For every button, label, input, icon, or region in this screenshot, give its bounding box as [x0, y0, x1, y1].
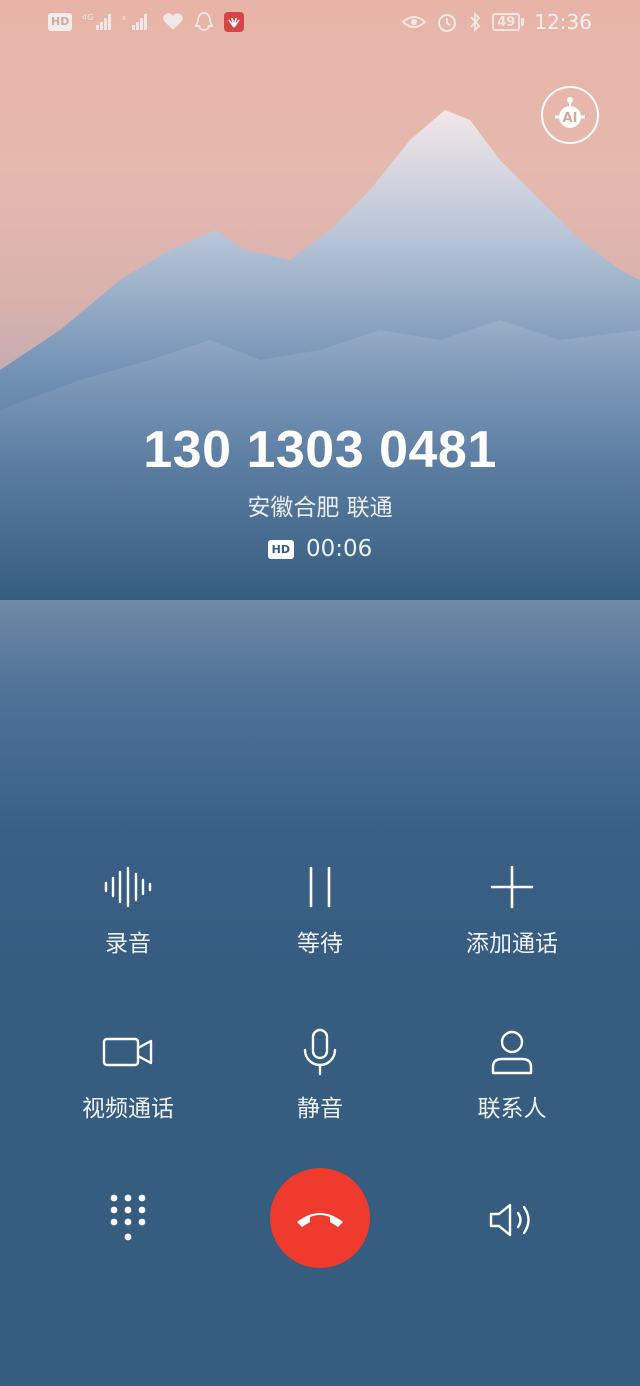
status-bar: HD 4G x 49 12:36	[0, 0, 640, 44]
heart-icon	[162, 11, 184, 33]
call-timer-row: HD 00:06	[0, 536, 640, 562]
battery-level: 49	[492, 13, 521, 31]
waveform-icon	[103, 862, 153, 912]
video-call-label: 视频通话	[82, 1096, 174, 1122]
mute-button[interactable]: 静音	[220, 1027, 420, 1123]
caller-info: 130 1303 0481 安徽合肥 联通 HD 00:06	[0, 420, 640, 562]
bluetooth-icon	[468, 11, 482, 33]
add-call-button[interactable]: 添加通话	[412, 862, 612, 958]
hd-call-badge: HD	[267, 539, 295, 559]
status-time: 12:36	[534, 10, 592, 34]
dialpad-icon	[110, 1194, 146, 1241]
ai-assistant-button[interactable]: AI	[541, 86, 599, 144]
video-camera-icon	[102, 1027, 154, 1077]
eye-icon	[402, 11, 427, 33]
svg-text:x: x	[122, 14, 126, 22]
video-call-button[interactable]: 视频通话	[28, 1027, 228, 1123]
network-type-label: 4G	[82, 13, 93, 22]
record-label: 录音	[105, 931, 151, 957]
pause-icon	[305, 862, 335, 912]
ai-label: AI	[563, 111, 578, 126]
microphone-icon	[302, 1027, 338, 1077]
hold-button[interactable]: 等待	[220, 862, 420, 958]
speaker-icon	[489, 1203, 530, 1237]
qq-icon	[194, 11, 214, 33]
end-call-button[interactable]	[270, 1168, 370, 1268]
person-icon	[490, 1027, 534, 1077]
signal-icon: x	[122, 11, 152, 33]
battery-icon: 49	[492, 11, 525, 33]
plus-icon	[490, 862, 534, 912]
add-call-label: 添加通话	[466, 931, 558, 957]
speaker-button[interactable]	[484, 1196, 540, 1244]
huawei-icon	[224, 12, 245, 32]
hold-label: 等待	[297, 931, 343, 957]
hd-icon: HD	[48, 13, 73, 31]
status-left: HD 4G x	[48, 11, 245, 33]
ai-robot-icon: AI	[555, 97, 585, 128]
alarm-icon	[436, 11, 458, 33]
end-call-icon	[297, 1213, 343, 1227]
status-right: 49 12:36	[402, 10, 592, 34]
contacts-label: 联系人	[477, 1096, 547, 1122]
mute-label: 静音	[297, 1096, 343, 1122]
contacts-button[interactable]: 联系人	[412, 1027, 612, 1123]
signal-4g-icon: 4G	[82, 11, 112, 33]
call-duration: 00:06	[306, 536, 373, 562]
phone-number: 130 1303 0481	[143, 421, 497, 479]
dialpad-button[interactable]	[100, 1188, 156, 1250]
record-button[interactable]: 录音	[28, 862, 228, 958]
caller-location: 安徽合肥 联通	[247, 495, 393, 521]
